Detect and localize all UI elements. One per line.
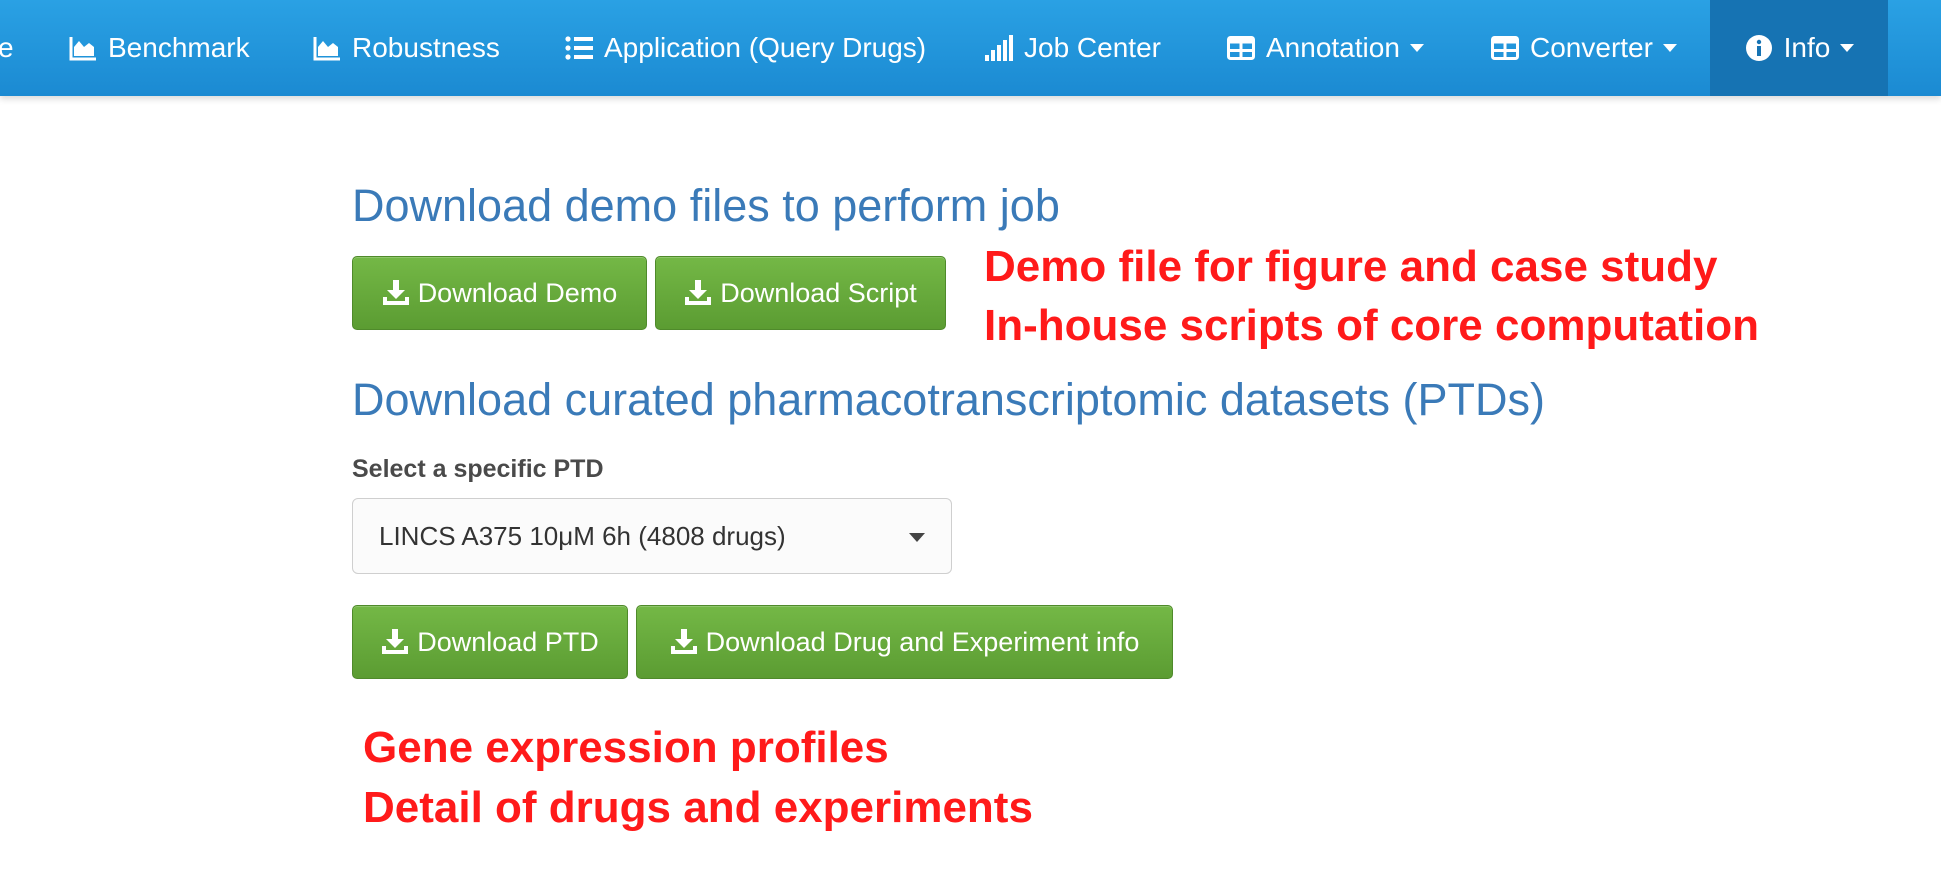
nav-item-annotation-label: Annotation	[1266, 32, 1400, 63]
ptd-select-label: Select a specific PTD	[352, 455, 604, 483]
chevron-down-icon	[1840, 44, 1855, 52]
nav-item-converter[interactable]: Converter	[1490, 0, 1677, 96]
nav-item-partial-label: e	[0, 32, 14, 63]
download-demo-label: Download Demo	[417, 277, 618, 308]
download-drug-info-button[interactable]: Download Drug and Experiment info	[636, 605, 1173, 679]
table-icon	[1490, 33, 1520, 63]
nav-item-info-label: Info	[1783, 32, 1831, 63]
area-chart-icon	[312, 33, 342, 63]
nav-item-application[interactable]: Application (Query Drugs)	[564, 0, 926, 96]
chevron-down-icon	[1409, 44, 1424, 52]
demo-annotation-2: In-house scripts of core computation	[984, 301, 1759, 350]
demo-annotation-1: Demo file for figure and case study	[984, 242, 1718, 291]
ptd-annotation-2: Detail of drugs and experiments	[363, 783, 1033, 832]
download-icon	[381, 628, 409, 656]
nav-item-annotation[interactable]: Annotation	[1226, 0, 1424, 96]
nav-item-converter-label: Converter	[1530, 32, 1653, 63]
download-script-label: Download Script	[720, 277, 917, 308]
caret-down-icon	[909, 533, 925, 542]
download-drug-info-label: Download Drug and Experiment info	[705, 626, 1140, 657]
download-demo-button[interactable]: Download Demo	[352, 256, 647, 330]
nav-item-robustness[interactable]: Robustness	[312, 0, 500, 96]
info-circle-icon	[1744, 33, 1774, 63]
nav-item-info[interactable]: Info	[1710, 0, 1888, 96]
ptd-section-title: Download curated pharmacotranscriptomic …	[352, 374, 1545, 425]
nav-item-robustness-label: Robustness	[352, 32, 500, 63]
demo-section-title: Download demo files to perform job	[352, 180, 1060, 231]
chevron-down-icon	[1662, 44, 1677, 52]
download-ptd-label: Download PTD	[417, 626, 599, 657]
download-icon	[684, 279, 712, 307]
nav-item-benchmark[interactable]: Benchmark	[68, 0, 250, 96]
area-chart-icon	[68, 33, 98, 63]
ptd-annotation-1: Gene expression profiles	[363, 723, 889, 772]
download-script-button[interactable]: Download Script	[655, 256, 946, 330]
download-icon	[670, 628, 698, 656]
top-navbar: e Benchmark Robustness Application (Quer…	[0, 0, 1941, 96]
nav-item-job-center-label: Job Center	[1024, 32, 1161, 63]
nav-item-partial[interactable]: e	[0, 0, 14, 96]
list-icon	[564, 33, 594, 63]
download-ptd-button[interactable]: Download PTD	[352, 605, 628, 679]
ptd-select[interactable]: LINCS A375 10μM 6h (4808 drugs)	[352, 498, 952, 574]
nav-item-benchmark-label: Benchmark	[108, 32, 250, 63]
table-icon	[1226, 33, 1256, 63]
download-icon	[382, 279, 410, 307]
signal-bars-icon	[984, 33, 1014, 63]
nav-item-application-label: Application (Query Drugs)	[604, 32, 927, 63]
nav-item-job-center[interactable]: Job Center	[984, 0, 1161, 96]
ptd-select-value: LINCS A375 10μM 6h (4808 drugs)	[379, 520, 786, 551]
